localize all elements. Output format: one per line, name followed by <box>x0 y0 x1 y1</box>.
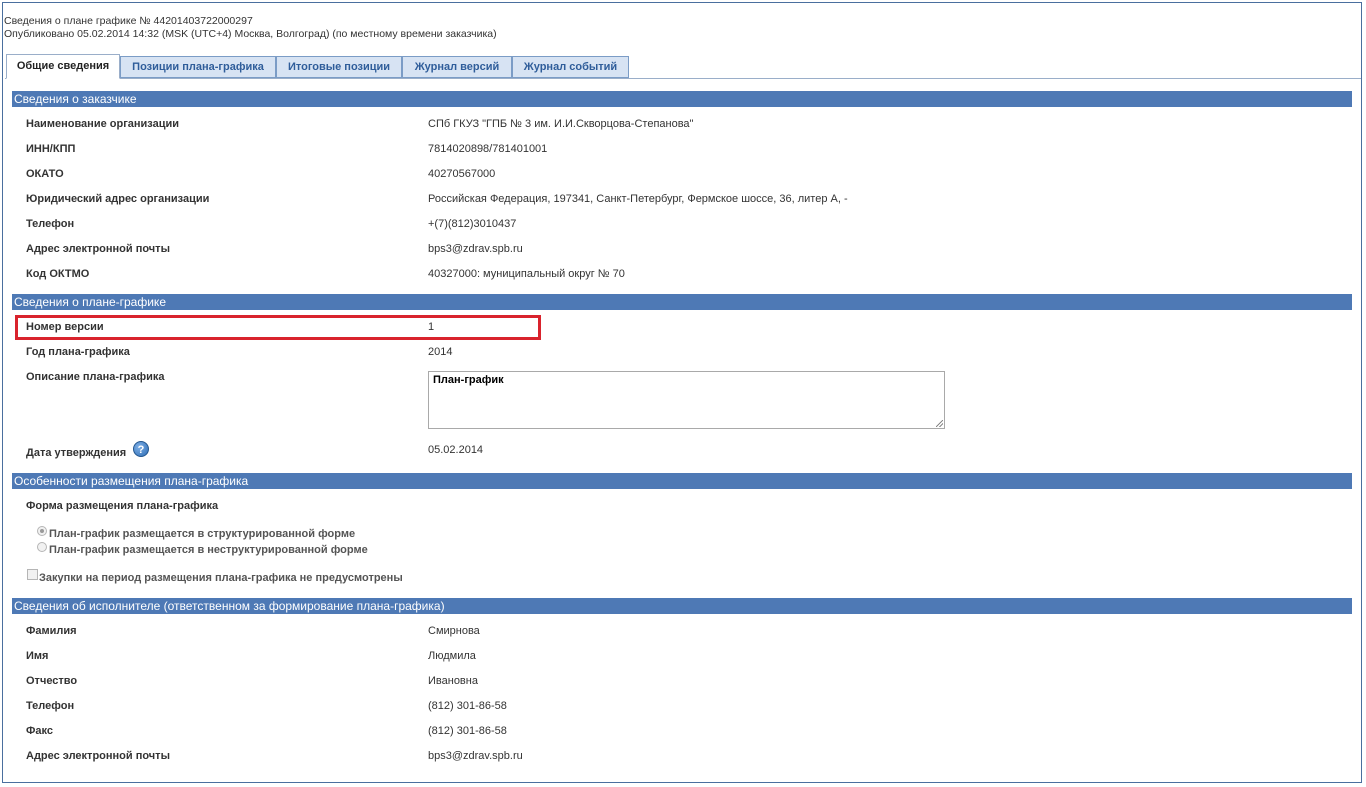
section-placement-header: Особенности размещения плана-графика <box>12 473 1352 489</box>
executor-surname-value: Смирнова <box>428 625 480 637</box>
customer-org-name-label: Наименование организации <box>26 118 180 130</box>
tab-total-positions[interactable]: Итоговые позиции <box>276 56 402 78</box>
no-purchases-checkbox[interactable] <box>27 569 38 580</box>
customer-email-label: Адрес электронной почты <box>26 243 170 255</box>
plan-year-label: Год плана-графика <box>26 346 130 358</box>
customer-inn-kpp-label: ИНН/КПП <box>26 143 76 155</box>
page-title: Сведения о плане графике № 4420140372200… <box>4 15 253 27</box>
tab-plan-positions[interactable]: Позиции плана-графика <box>120 56 276 78</box>
executor-email-label: Адрес электронной почты <box>26 750 170 762</box>
customer-oktmo-label: Код ОКТМО <box>26 268 90 280</box>
plan-approval-date-value: 05.02.2014 <box>428 444 484 456</box>
tab-version-log[interactable]: Журнал версий <box>402 56 512 78</box>
plan-approval-date-label: Дата утверждения <box>26 447 127 459</box>
plan-year-value: 2014 <box>428 346 453 358</box>
customer-okato-label: ОКАТО <box>26 168 64 180</box>
customer-okato-value: 40270567000 <box>428 168 496 180</box>
executor-email-value: bps3@zdrav.spb.ru <box>428 750 523 762</box>
customer-phone-value: +(7)(812)3010437 <box>428 218 517 230</box>
placement-form-label: Форма размещения плана-графика <box>26 500 219 512</box>
plan-version-label: Номер версии <box>26 321 104 333</box>
plan-description-text: План-график <box>433 374 504 386</box>
executor-surname-label: Фамилия <box>26 625 77 637</box>
radio-structured-form[interactable] <box>37 526 47 536</box>
executor-phone-value: (812) 301-86-58 <box>428 700 507 712</box>
tab-event-log[interactable]: Журнал событий <box>512 56 629 78</box>
executor-patronymic-value: Ивановна <box>428 675 478 687</box>
radio-unstructured-form[interactable] <box>37 542 47 552</box>
customer-inn-kpp-value: 7814020898/781401001 <box>428 143 548 155</box>
executor-phone-label: Телефон <box>26 700 75 712</box>
radio-structured-form-label: План-график размещается в структурирован… <box>49 528 356 540</box>
plan-version-value: 1 <box>428 321 435 333</box>
executor-name-value: Людмила <box>428 650 476 662</box>
executor-fax-label: Факс <box>26 725 53 737</box>
radio-unstructured-form-label: План-график размещается в неструктуриров… <box>49 544 368 556</box>
customer-email-value: bps3@zdrav.spb.ru <box>428 243 523 255</box>
customer-legal-address-label: Юридический адрес организации <box>26 193 210 205</box>
published-info: Опубликовано 05.02.2014 14:32 (MSK (UTC+… <box>4 28 497 40</box>
customer-phone-label: Телефон <box>26 218 75 230</box>
customer-org-name-value: СПб ГКУЗ "ГПБ № 3 им. И.И.Скворцова-Степ… <box>428 118 694 130</box>
section-executor-header: Сведения об исполнителе (ответственном з… <box>12 598 1352 614</box>
executor-patronymic-label: Отчество <box>26 675 78 687</box>
question-circle-icon[interactable]: ? <box>133 441 149 457</box>
resize-grip-icon[interactable] <box>936 420 943 427</box>
section-plan-header: Сведения о плане-графике <box>12 294 1352 310</box>
no-purchases-label: Закупки на период размещения плана-графи… <box>39 572 403 584</box>
plan-description-textarea[interactable]: План-график <box>428 371 945 429</box>
tab-general-info[interactable]: Общие сведения <box>6 54 120 79</box>
plan-description-label: Описание плана-графика <box>26 371 165 383</box>
executor-fax-value: (812) 301-86-58 <box>428 725 507 737</box>
tab-divider <box>5 78 1361 79</box>
customer-legal-address-value: Российская Федерация, 197341, Санкт-Пете… <box>428 193 848 205</box>
executor-name-label: Имя <box>26 650 49 662</box>
customer-oktmo-value: 40327000: муниципальный округ № 70 <box>428 268 625 280</box>
section-customer-header: Сведения о заказчике <box>12 91 1352 107</box>
